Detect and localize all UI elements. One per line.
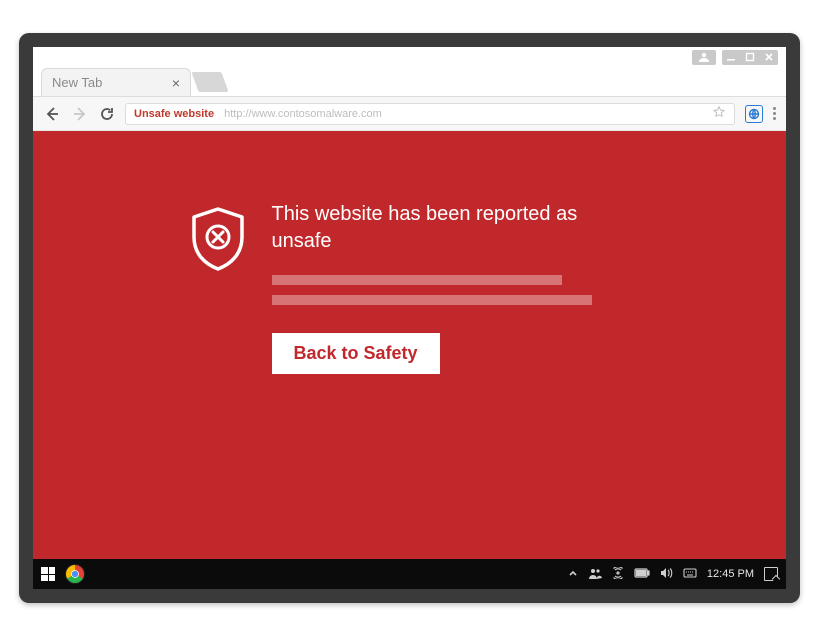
user-profile-button[interactable] <box>692 50 716 65</box>
tray-overflow-icon[interactable] <box>568 568 578 581</box>
url-text: http://www.contosomalware.com <box>224 108 382 120</box>
back-button[interactable] <box>43 105 61 123</box>
warning-heading: This website has been reported as unsafe <box>272 201 632 255</box>
maximize-button[interactable] <box>741 52 760 62</box>
browser-tab[interactable]: New Tab × <box>41 68 191 96</box>
browser-menu-button[interactable] <box>773 107 776 120</box>
new-tab-button[interactable] <box>191 72 228 92</box>
volume-icon[interactable] <box>660 567 673 582</box>
back-to-safety-button[interactable]: Back to Safety <box>272 333 440 374</box>
security-status-label: Unsafe website <box>134 108 214 120</box>
start-button[interactable] <box>41 567 55 581</box>
battery-icon[interactable] <box>634 568 650 581</box>
forward-button[interactable] <box>71 105 89 123</box>
window-titlebar <box>33 47 786 67</box>
warning-detail-line <box>272 275 562 285</box>
browser-toolbar: Unsafe website http://www.contosomalware… <box>33 97 786 131</box>
reload-button[interactable] <box>99 106 115 122</box>
chrome-app-icon[interactable] <box>65 564 85 584</box>
windows-taskbar: 12:45 PM <box>33 559 786 589</box>
network-icon[interactable] <box>612 567 624 582</box>
minimize-button[interactable] <box>722 52 741 62</box>
taskbar-clock[interactable]: 12:45 PM <box>707 568 754 580</box>
tab-title: New Tab <box>52 75 102 90</box>
window-controls <box>722 50 778 65</box>
warning-detail-line <box>272 295 592 305</box>
close-tab-button[interactable]: × <box>172 76 180 90</box>
action-center-icon[interactable] <box>764 567 778 581</box>
system-tray: 12:45 PM <box>568 567 778 582</box>
smartscreen-extension-icon[interactable] <box>745 105 763 123</box>
page-content: This website has been reported as unsafe… <box>33 131 786 559</box>
tab-strip: New Tab × <box>33 67 786 97</box>
address-bar[interactable]: Unsafe website http://www.contosomalware… <box>125 103 735 125</box>
close-window-button[interactable] <box>759 52 778 62</box>
keyboard-icon[interactable] <box>683 568 697 581</box>
people-icon[interactable] <box>588 567 602 582</box>
bookmark-star-icon[interactable] <box>712 105 726 122</box>
shield-x-icon <box>188 205 248 374</box>
